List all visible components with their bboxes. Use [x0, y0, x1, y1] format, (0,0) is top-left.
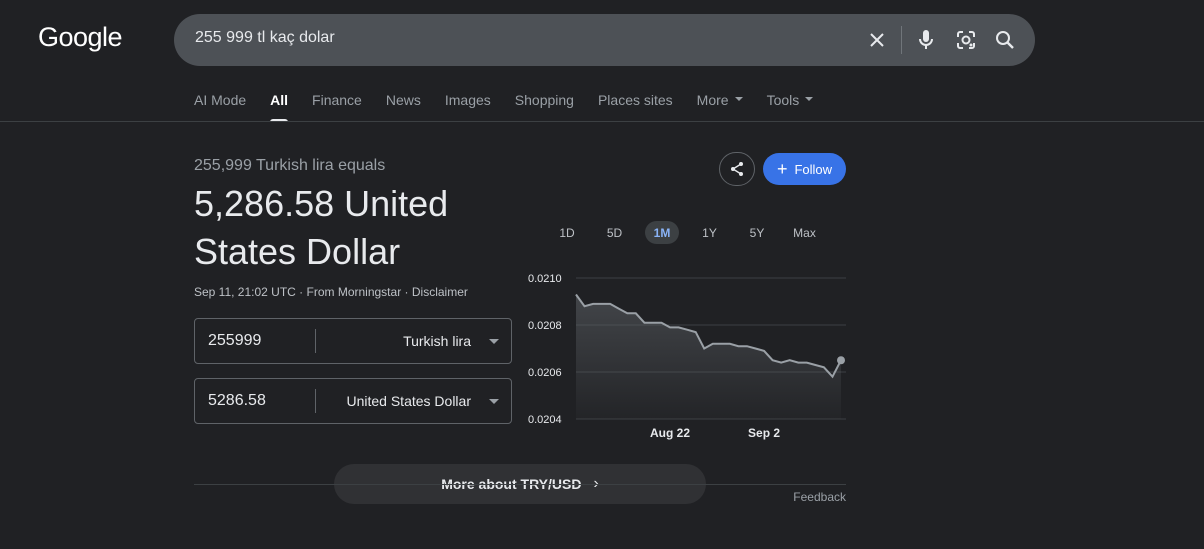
tab-all[interactable]: All [270, 92, 288, 122]
tab-tools[interactable]: Tools [767, 92, 814, 122]
tab-shopping[interactable]: Shopping [515, 92, 574, 122]
feedback-link[interactable]: Feedback [793, 490, 846, 504]
to-separator [315, 389, 316, 413]
tab-label: More [696, 92, 729, 108]
range-max[interactable]: Max [788, 221, 822, 244]
range-5d[interactable]: 5D [598, 221, 632, 244]
caret-down-icon [734, 97, 743, 102]
search-input[interactable]: 255 999 tl kaç dolar [195, 29, 335, 47]
tab-label: Images [444, 92, 491, 108]
plus-icon: + [776, 159, 788, 179]
share-icon [731, 162, 743, 176]
to-currency-select[interactable]: United States Dollar [346, 393, 471, 409]
from-separator [315, 329, 316, 353]
tab-more[interactable]: More [697, 92, 743, 122]
conversion-meta: Sep 11, 21:02 UTC · From Morningstar · D… [194, 285, 468, 299]
tab-images[interactable]: Images [445, 92, 491, 122]
from-currency-row: 255999 Turkish lira [194, 318, 512, 364]
disclaimer-link[interactable]: Disclaimer [412, 285, 468, 299]
to-currency-row: 5286.58 United States Dollar [194, 378, 512, 424]
clear-icon[interactable] [865, 28, 889, 52]
follow-label: Follow [794, 161, 833, 177]
footer-divider [194, 484, 846, 485]
y-tick-label: 0.0206 [528, 367, 562, 379]
range-5y[interactable]: 5Y [740, 221, 774, 244]
x-tick-label: Sep 2 [748, 426, 780, 440]
tab-label: All [270, 92, 289, 108]
conversion-label: 255,999 Turkish lira equals [194, 157, 386, 174]
range-1m[interactable]: 1M [645, 221, 679, 244]
search-divider [901, 26, 902, 54]
conversion-result: 5,286.58 United States Dollar [194, 183, 449, 272]
tab-finance[interactable]: Finance [312, 92, 362, 122]
from-currency-select[interactable]: Turkish lira [403, 333, 471, 349]
caret-down-icon [805, 97, 814, 102]
chevron-down-icon[interactable] [489, 339, 499, 344]
tab-label: AI Mode [194, 92, 247, 108]
y-tick-label: 0.0204 [528, 414, 562, 426]
camera-lens-icon[interactable] [954, 28, 978, 52]
x-tick-label: Aug 22 [650, 426, 690, 440]
google-logo[interactable]: Google [38, 22, 123, 53]
search-bar[interactable]: 255 999 tl kaç dolar [174, 14, 1035, 66]
share-button[interactable] [719, 152, 755, 186]
tab-places-sites[interactable]: Places sites [598, 92, 673, 122]
tab-label: Shopping [514, 92, 574, 108]
search-icon[interactable] [993, 28, 1017, 52]
follow-button[interactable]: + Follow [763, 153, 846, 185]
tab-label: Tools [766, 92, 800, 108]
from-amount-input[interactable]: 255999 [208, 332, 261, 350]
y-tick-label: 0.0210 [528, 273, 562, 285]
chevron-down-icon[interactable] [489, 399, 499, 404]
area-fill [576, 294, 841, 419]
range-1y[interactable]: 1Y [693, 221, 727, 244]
microphone-icon[interactable] [914, 28, 938, 52]
y-tick-label: 0.0208 [528, 320, 562, 332]
to-amount-input[interactable]: 5286.58 [208, 392, 266, 410]
range-selector: 1D 5D 1M 1Y 5Y Max [550, 221, 835, 244]
tab-label: News [385, 92, 421, 108]
tab-news[interactable]: News [386, 92, 421, 122]
search-tabs: AI Mode All Finance News Images Shopping Place… [194, 92, 837, 122]
meta-timestamp: Sep 11, 21:02 UTC · From Morningstar · [194, 285, 412, 299]
tab-ai-mode[interactable]: AI Mode [194, 92, 246, 122]
header-divider [0, 121, 1204, 122]
tab-label: Places sites [597, 92, 673, 108]
exchange-rate-chart: 0.0204 0.0206 0.0208 0.0210 Aug 22 Sep 2 [528, 273, 846, 440]
last-point [837, 356, 845, 365]
range-1d[interactable]: 1D [550, 221, 584, 244]
tab-label: Finance [312, 92, 362, 108]
